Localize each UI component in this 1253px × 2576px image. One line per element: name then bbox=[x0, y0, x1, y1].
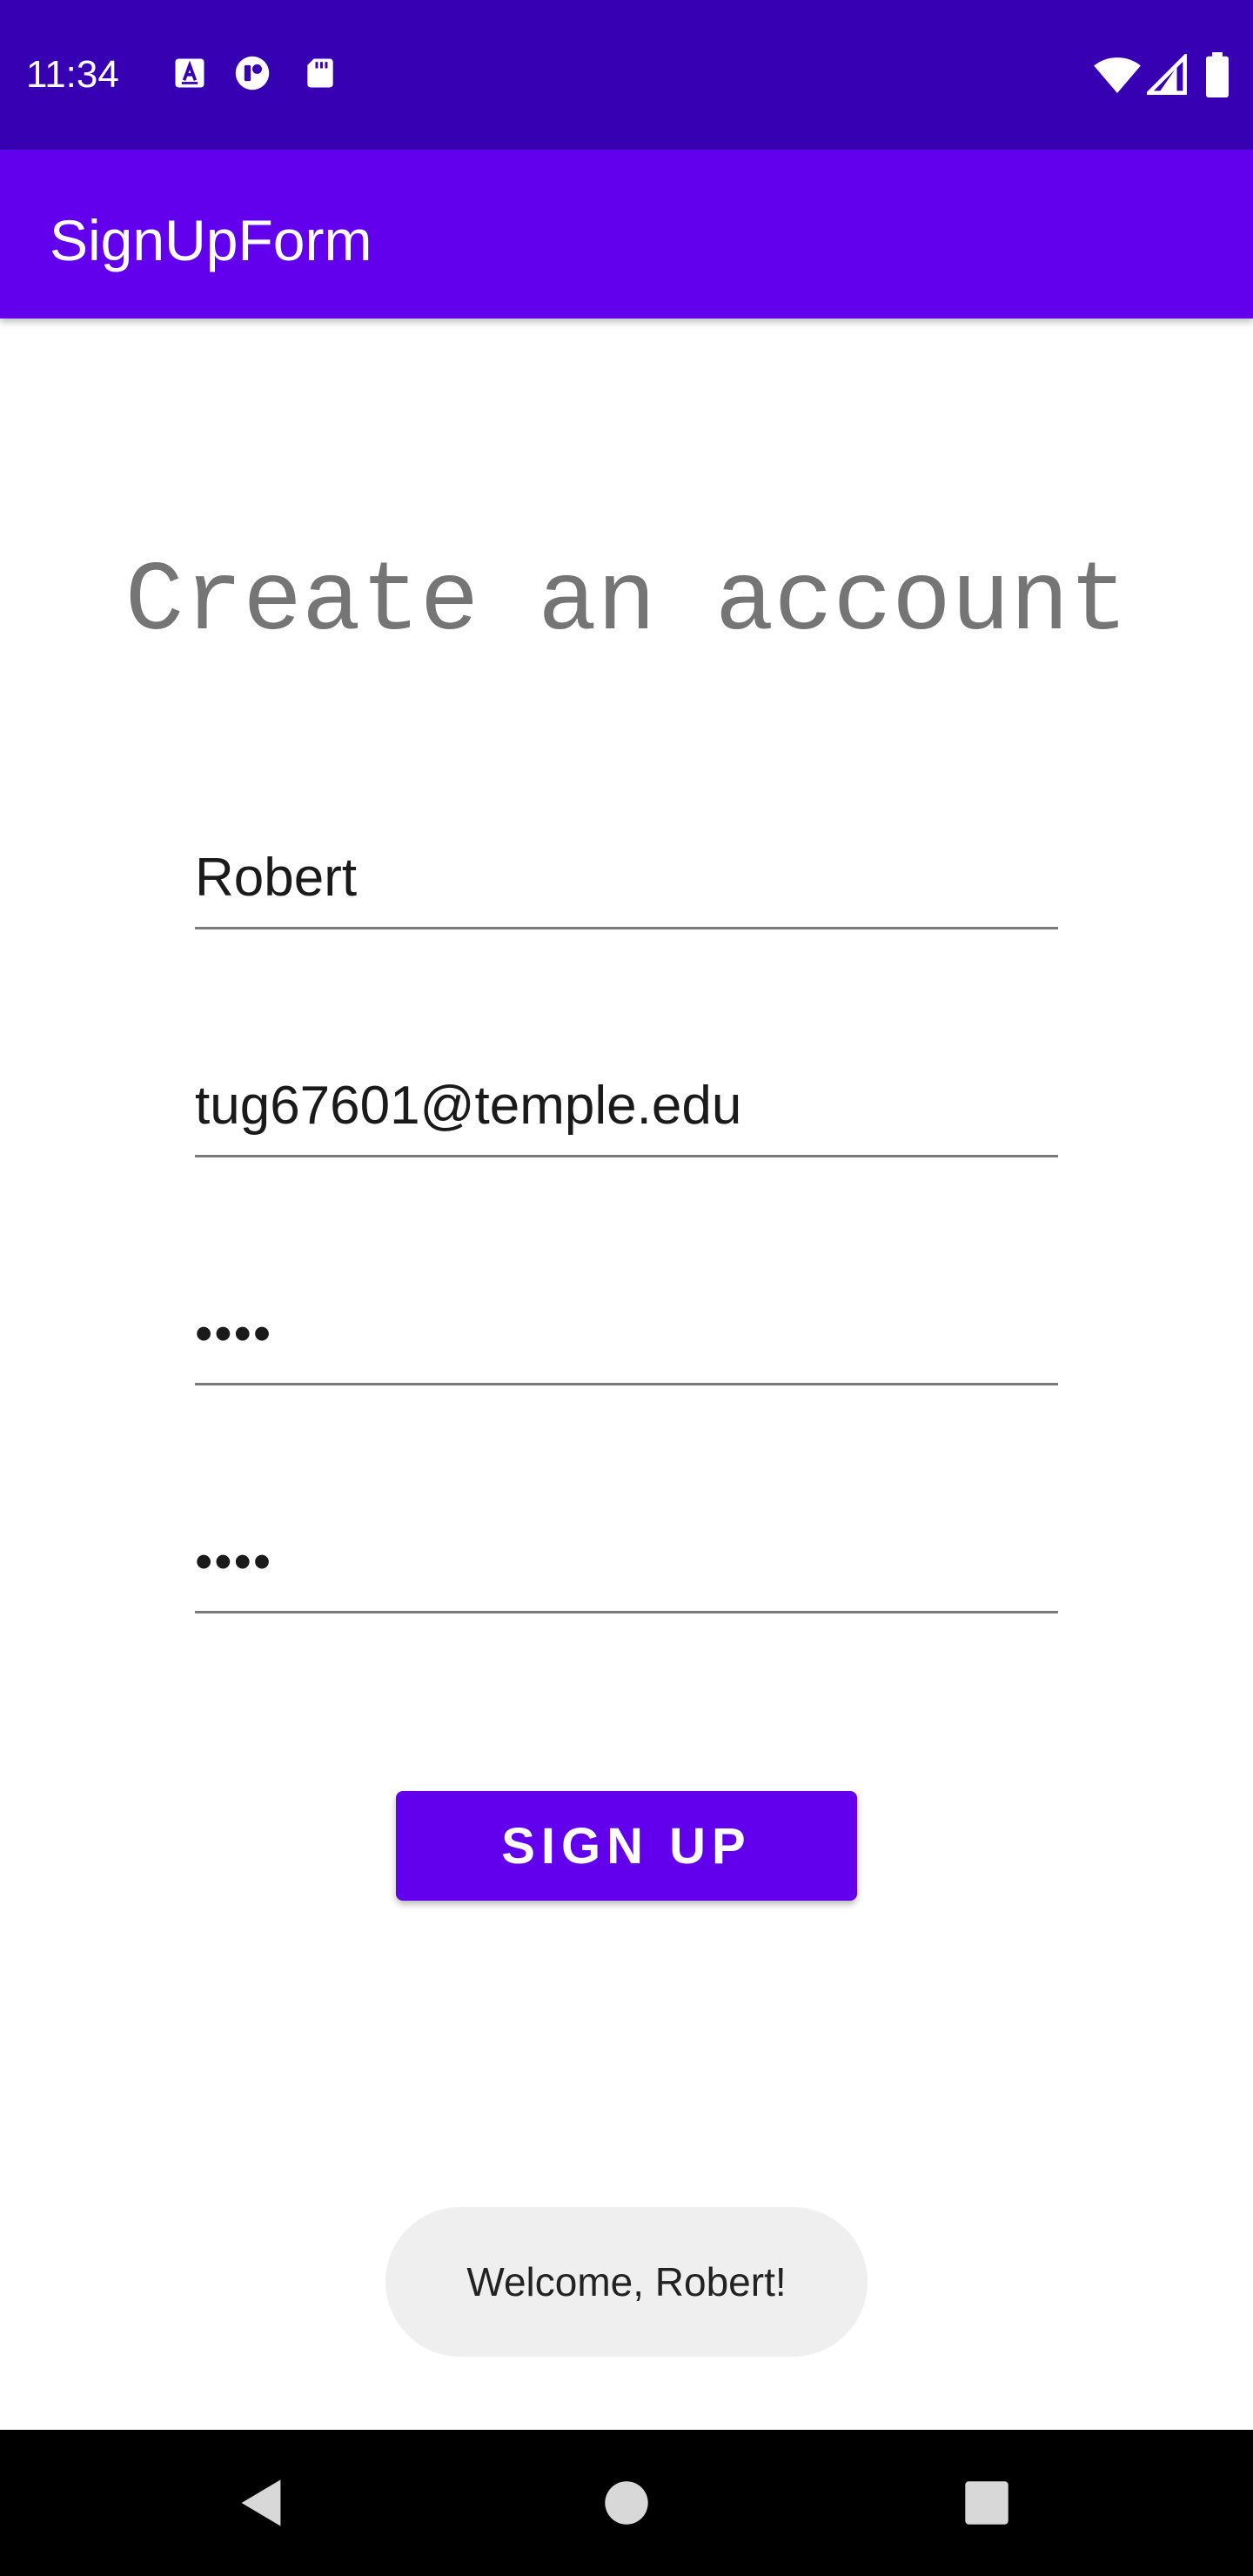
page-heading: Create an account bbox=[124, 547, 1129, 658]
toast-text: Welcome, Robert! bbox=[466, 2259, 787, 2304]
navigation-bar bbox=[0, 2430, 1253, 2576]
confirm-password-field-underline bbox=[195, 1611, 1058, 1613]
cell-signal-icon bbox=[1147, 54, 1187, 95]
wifi-icon bbox=[1094, 57, 1141, 93]
email-input[interactable] bbox=[195, 1062, 1058, 1149]
home-button[interactable] bbox=[583, 2459, 670, 2546]
name-field-underline bbox=[195, 927, 1058, 929]
app-circle-icon bbox=[235, 56, 270, 91]
recents-icon bbox=[965, 2481, 1008, 2525]
a-text-icon bbox=[175, 58, 204, 88]
sd-card-icon bbox=[307, 58, 333, 88]
battery-icon bbox=[1206, 52, 1229, 97]
app-bar: SignUpForm bbox=[0, 150, 1253, 319]
name-input[interactable] bbox=[195, 834, 1058, 921]
password-field[interactable] bbox=[195, 1290, 1058, 1385]
toast-message: Welcome, Robert! bbox=[385, 2207, 868, 2357]
app-title: SignUpForm bbox=[50, 208, 372, 272]
home-icon bbox=[605, 2481, 648, 2525]
signup-button[interactable]: SIGN UP bbox=[396, 1791, 857, 1901]
confirm-password-field[interactable] bbox=[195, 1518, 1058, 1613]
email-field[interactable] bbox=[195, 1062, 1058, 1157]
recents-button[interactable] bbox=[943, 2459, 1030, 2546]
app-screen: 11:34 SignUpForm Create an account Rober… bbox=[0, 0, 1253, 2576]
email-field-underline bbox=[195, 1155, 1058, 1157]
confirm-password-input[interactable] bbox=[195, 1518, 1058, 1605]
password-input[interactable] bbox=[195, 1290, 1058, 1377]
name-field[interactable] bbox=[195, 834, 1058, 929]
status-time: 11:34 bbox=[26, 53, 119, 96]
password-field-underline bbox=[195, 1383, 1058, 1385]
back-button[interactable] bbox=[218, 2459, 305, 2546]
back-icon bbox=[241, 2479, 281, 2526]
status-bar: 11:34 bbox=[0, 0, 1253, 150]
